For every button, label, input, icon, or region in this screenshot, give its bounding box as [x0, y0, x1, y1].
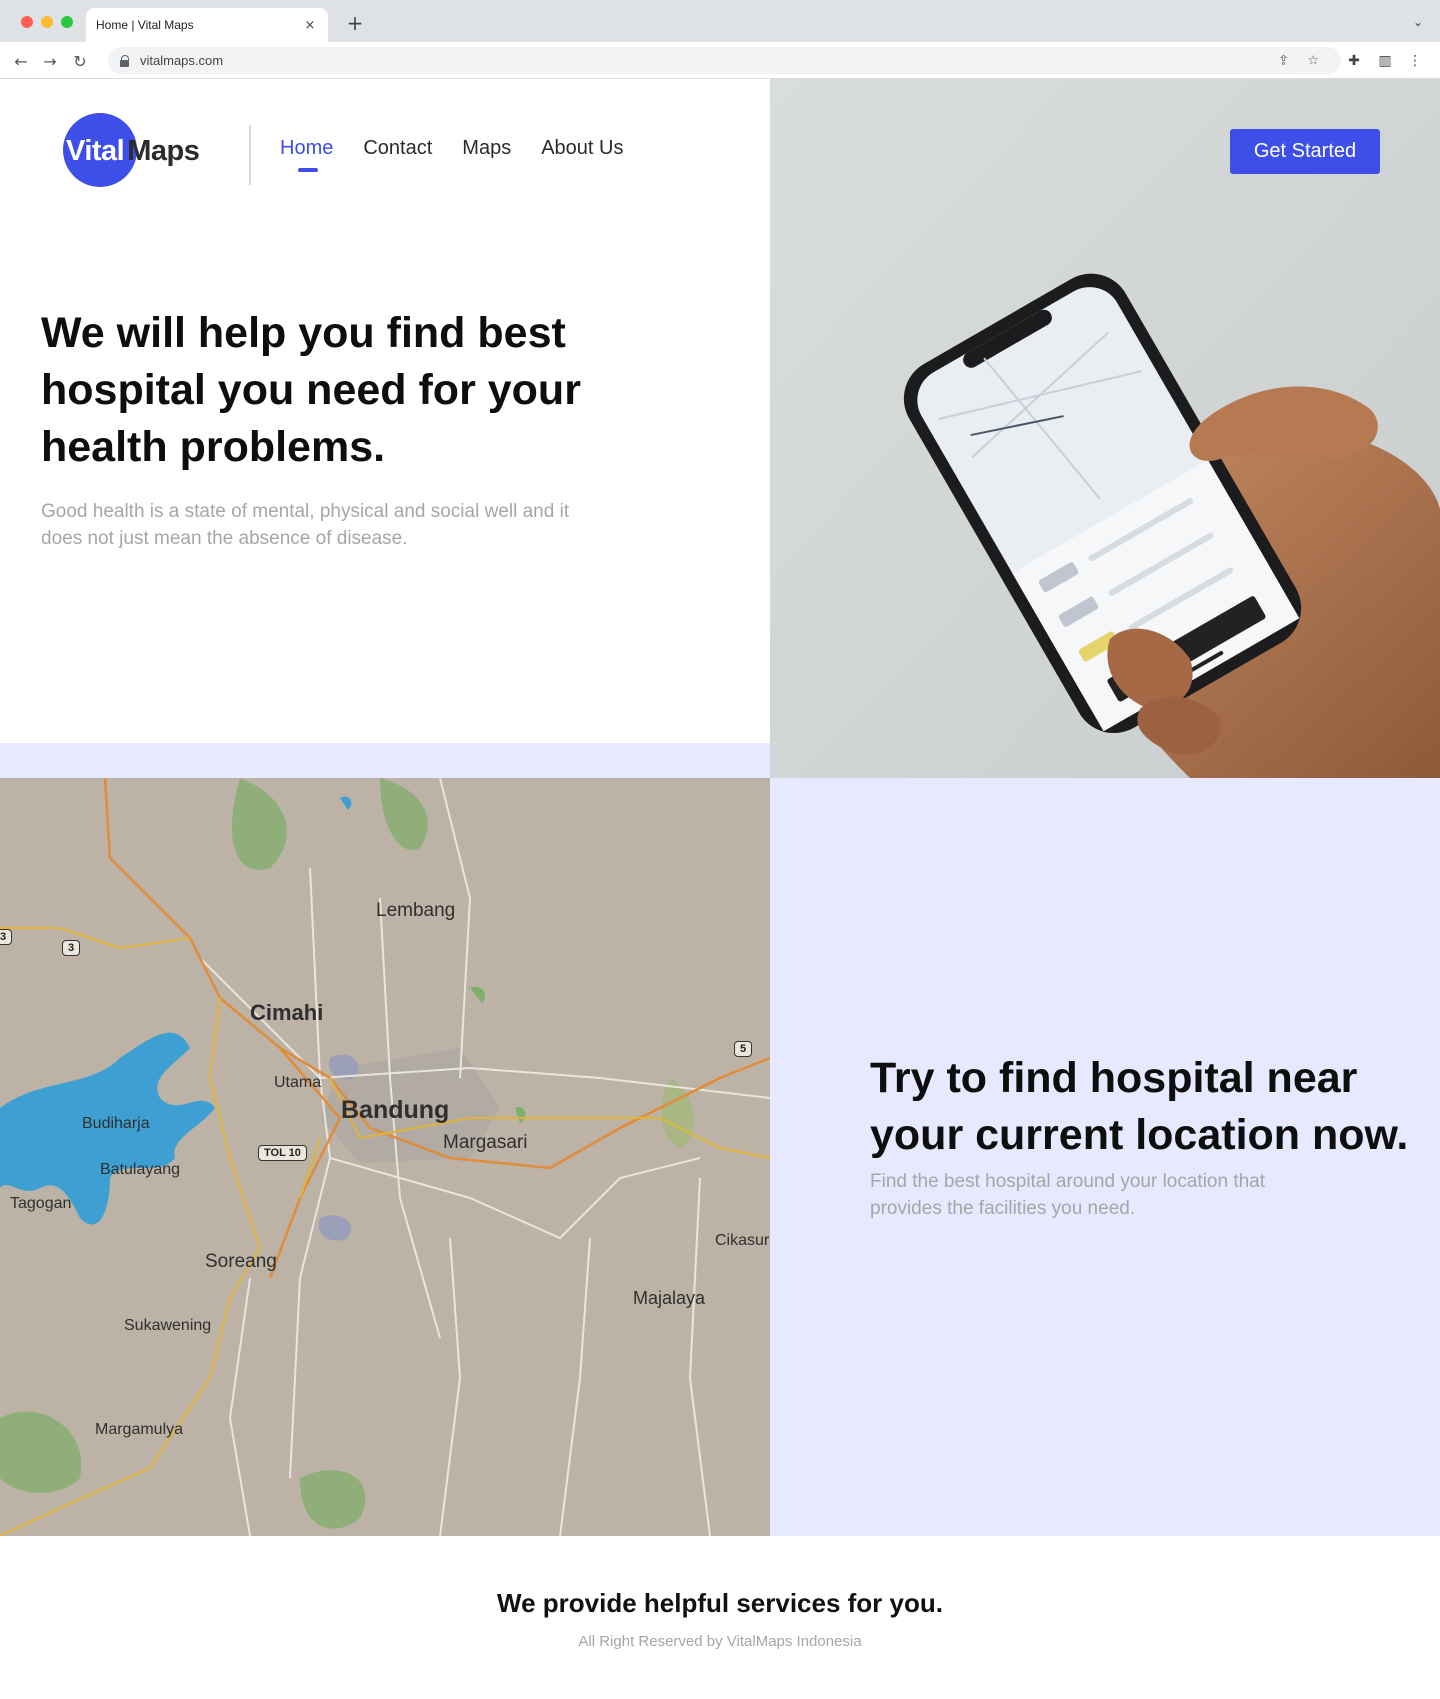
route-badge-3: 3 [62, 940, 81, 956]
puzzle-icon[interactable]: ✚ [1344, 51, 1364, 71]
side-panel-icon[interactable]: ▥ [1375, 51, 1395, 71]
browser-toolbar: ← → ↻ vitalmaps.com ⇪ ☆ ✚ ▥ ⋮ [0, 42, 1440, 79]
kebab-menu-icon[interactable]: ⋮ [1405, 51, 1425, 71]
lock-icon[interactable] [120, 54, 130, 67]
find-title: Try to find hospital near your current l… [870, 1054, 1409, 1159]
phone-in-hand-illustration [770, 79, 1440, 778]
map-label-bandung: Bandung [341, 1096, 450, 1124]
share-icon[interactable]: ⇪ [1278, 53, 1289, 68]
star-icon[interactable]: ☆ [1307, 53, 1319, 68]
nav-maps[interactable]: Maps [462, 137, 511, 160]
hero-band [0, 743, 770, 778]
maximize-window-button[interactable] [61, 16, 73, 28]
find-section: Try to find hospital near your current l… [770, 778, 1440, 1536]
new-tab-button[interactable]: + [344, 11, 366, 35]
browser-chrome: Home | Vital Maps × + ⌄ ← → ↻ vitalmaps.… [0, 0, 1440, 79]
map-label-budiharja: Budiharja [82, 1115, 150, 1132]
map-label-margasari: Margasari [443, 1132, 528, 1153]
nav-home[interactable]: Home [280, 137, 333, 172]
main-nav: Home Contact Maps About Us [280, 137, 623, 172]
reload-icon[interactable]: ↻ [70, 51, 90, 71]
tab-search-icon[interactable]: ⌄ [1410, 14, 1426, 30]
hero-section: Vital Maps Home Contact Maps About Us We… [0, 79, 770, 743]
map-view[interactable]: Lembang Cimahi Utama Bandung Margasari B… [0, 778, 770, 1536]
address-bar[interactable]: vitalmaps.com ⇪ ☆ [108, 47, 1341, 74]
hero-subtitle: Good health is a state of mental, physic… [41, 501, 570, 549]
map-label-batulayang: Batulayang [100, 1161, 181, 1178]
hero-image: Get Started [770, 79, 1440, 778]
nav-contact[interactable]: Contact [363, 137, 432, 160]
tab-strip: Home | Vital Maps × + ⌄ [0, 0, 1440, 42]
map-label-cikasur: Cikasur [715, 1232, 770, 1249]
footer-title: We provide helpful services for you. [497, 1588, 943, 1618]
nav-divider [249, 125, 251, 185]
map-label-cimahi: Cimahi [250, 1000, 324, 1025]
map-label-majalaya: Majalaya [633, 1288, 706, 1308]
arrow-left-icon[interactable]: ← [11, 51, 31, 71]
browser-tab[interactable]: Home | Vital Maps × [86, 8, 328, 42]
route-badge-tol-10: TOL 10 [258, 1145, 307, 1161]
route-badge-5: 5 [734, 1041, 753, 1057]
page: Vital Maps Home Contact Maps About Us We… [0, 79, 1440, 1699]
map-label-sukawening: Sukawening [124, 1317, 212, 1334]
footer-copyright: All Right Reserved by VitalMaps Indonesi… [578, 1633, 862, 1650]
get-started-button[interactable]: Get Started [1230, 129, 1380, 174]
map-label-margamulya: Margamulya [95, 1421, 184, 1438]
footer: We provide helpful services for you. All… [0, 1536, 1440, 1699]
map-label-tagogan: Tagogan [10, 1195, 72, 1212]
map-label-soreang: Soreang [205, 1251, 277, 1272]
logo-text-maps: Maps [127, 134, 200, 167]
route-badge-3-left: 3 [0, 929, 13, 945]
find-subtitle: Find the best hospital around your locat… [870, 1171, 1266, 1219]
map-label-lembang: Lembang [376, 900, 456, 921]
minimize-window-button[interactable] [41, 16, 53, 28]
nav-about-us[interactable]: About Us [541, 137, 623, 160]
close-tab-icon[interactable]: × [302, 17, 318, 33]
close-window-button[interactable] [21, 16, 33, 28]
logo-text-vital: Vital [66, 134, 125, 167]
logo[interactable]: Vital Maps [63, 113, 200, 189]
tab-title: Home | Vital Maps [96, 18, 194, 32]
hero-title: We will help you find best hospital you … [41, 309, 581, 471]
url-text[interactable]: vitalmaps.com [140, 53, 223, 68]
arrow-right-icon[interactable]: → [40, 51, 60, 71]
map-label-utama: Utama [274, 1074, 322, 1091]
